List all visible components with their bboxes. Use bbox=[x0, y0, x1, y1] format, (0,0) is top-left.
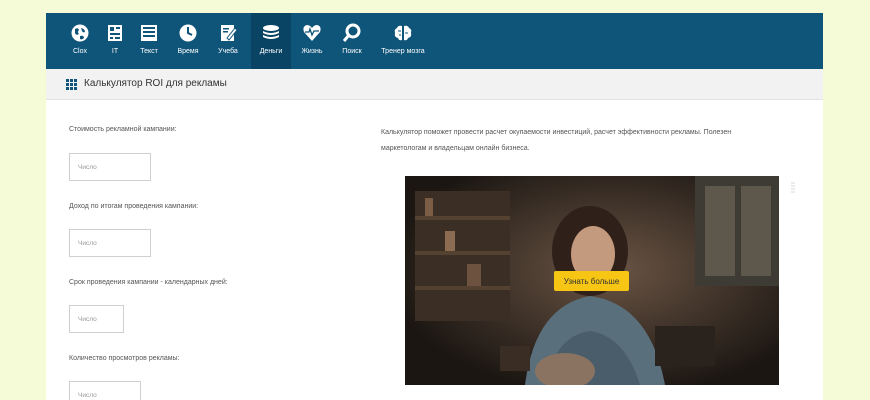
nav-label: Жизнь bbox=[301, 48, 323, 55]
nav-label: Деньги bbox=[259, 48, 283, 55]
nav-item-brain-trainer[interactable]: Тренер мозга bbox=[378, 13, 428, 69]
nav-item-study[interactable]: Учеба bbox=[214, 13, 242, 69]
nav-item-text[interactable]: Текст bbox=[136, 13, 162, 69]
circuit-icon bbox=[108, 25, 122, 41]
heart-pulse-icon bbox=[303, 25, 321, 41]
nav-label: Поиск bbox=[342, 48, 362, 55]
grid-icon bbox=[66, 79, 77, 90]
nav-label: Время bbox=[177, 48, 199, 55]
campaign-income-label: Доход по итогам проведения кампании: bbox=[69, 203, 199, 210]
document-icon bbox=[141, 25, 157, 41]
nav-item-time[interactable]: Время bbox=[173, 13, 203, 69]
coins-icon bbox=[263, 25, 279, 39]
top-navigation: Сlox IT Текст Время Учеба Деньги Жизнь П… bbox=[46, 13, 823, 69]
nav-label: Учеба bbox=[218, 48, 238, 55]
campaign-days-input[interactable] bbox=[69, 305, 124, 333]
globe-icon bbox=[71, 24, 89, 42]
search-icon bbox=[342, 23, 361, 42]
campaign-cost-label: Стоимость рекламной кампании: bbox=[69, 126, 177, 133]
calculator-description: Калькулятор поможет провести расчет окуп… bbox=[381, 129, 732, 152]
clock-icon bbox=[179, 24, 197, 42]
nav-item-money[interactable]: Деньги bbox=[251, 13, 291, 69]
nav-item-search[interactable]: Поиск bbox=[338, 13, 366, 69]
nav-item-life[interactable]: Жизнь bbox=[297, 13, 327, 69]
campaign-cost-input[interactable] bbox=[69, 153, 151, 181]
video-ad[interactable]: Узнать больше bbox=[405, 176, 779, 385]
page-header: Калькулятор ROI для рекламы bbox=[46, 69, 823, 100]
notebook-pencil-icon bbox=[221, 25, 238, 41]
app-frame: Сlox IT Текст Время Учеба Деньги Жизнь П… bbox=[46, 13, 823, 400]
campaign-days-label: Срок проведения кампании - календарных д… bbox=[69, 279, 228, 286]
nav-label: Текст bbox=[140, 48, 158, 55]
nav-label: Тренер мозга bbox=[381, 48, 425, 55]
nav-label: Сlox bbox=[72, 48, 87, 55]
nav-label: IT bbox=[111, 48, 119, 55]
campaign-income-input[interactable] bbox=[69, 229, 151, 257]
learn-more-button[interactable]: Узнать больше bbox=[554, 271, 629, 291]
nav-item-clox[interactable]: Сlox bbox=[66, 13, 94, 69]
ad-views-label: Количество просмотров рекламы: bbox=[69, 355, 180, 362]
brain-icon bbox=[394, 25, 412, 41]
nav-item-it[interactable]: IT bbox=[104, 13, 126, 69]
page-title: Калькулятор ROI для рекламы bbox=[84, 78, 227, 89]
drag-handle-icon[interactable] bbox=[791, 182, 795, 194]
ad-views-input[interactable] bbox=[69, 381, 141, 400]
